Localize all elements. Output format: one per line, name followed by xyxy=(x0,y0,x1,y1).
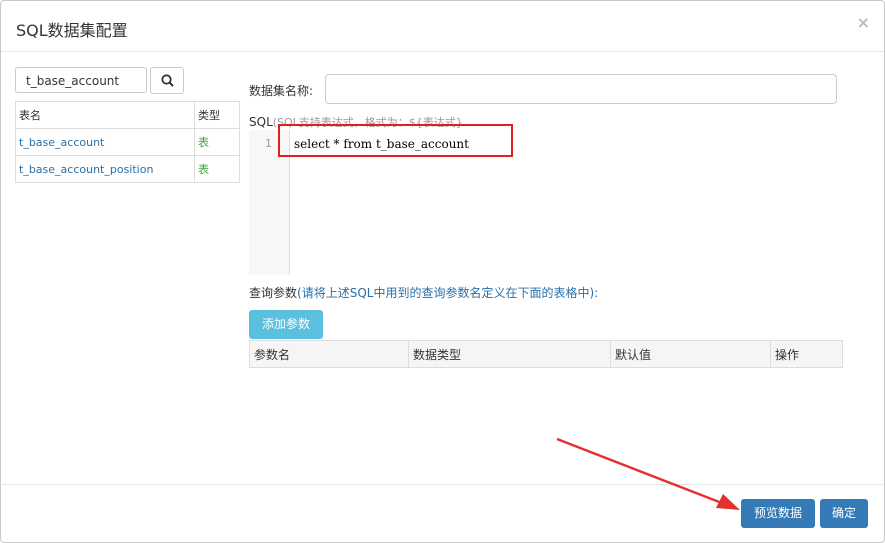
annotation-arrow-icon xyxy=(556,437,740,510)
